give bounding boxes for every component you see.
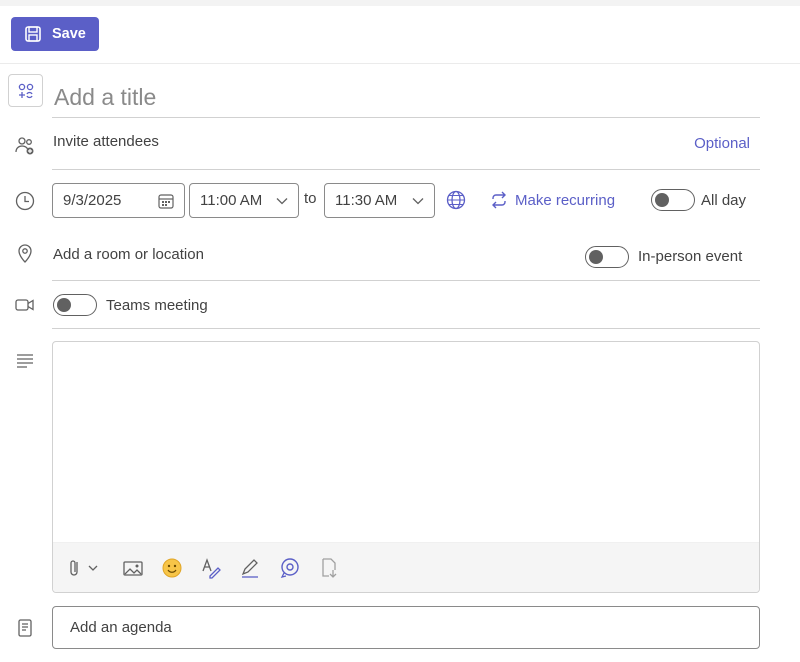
draw-button[interactable] xyxy=(239,557,261,579)
in-person-toggle[interactable] xyxy=(585,246,629,268)
location-icon xyxy=(13,241,37,265)
agenda-field[interactable]: Add an agenda xyxy=(52,606,760,649)
editor-button[interactable] xyxy=(200,557,222,579)
save-label: Save xyxy=(52,26,86,42)
emoji-icon xyxy=(162,558,182,578)
repeat-icon xyxy=(492,191,506,209)
save-button[interactable]: Save xyxy=(11,17,99,51)
attendees-icon xyxy=(13,134,37,158)
end-time-value: 11:30 AM xyxy=(335,192,398,209)
loop-icon xyxy=(280,558,299,578)
agenda-icon xyxy=(13,616,37,640)
body-editor[interactable] xyxy=(52,341,760,593)
category-picker[interactable] xyxy=(8,74,43,107)
clock-icon xyxy=(13,189,37,213)
to-label: to xyxy=(304,190,317,207)
calendar-icon xyxy=(157,192,175,214)
insert-picture-button[interactable] xyxy=(122,557,144,579)
toggle-knob xyxy=(57,298,71,312)
toggle-knob xyxy=(655,193,669,207)
text-description-icon xyxy=(13,348,37,372)
teams-meeting-toggle[interactable] xyxy=(53,294,97,316)
pen-icon xyxy=(241,559,258,578)
make-recurring-label: Make recurring xyxy=(515,191,616,209)
start-time-dropdown[interactable]: 11:00 AM xyxy=(189,183,299,218)
paperclip-icon xyxy=(70,560,98,576)
time-zone-globe-icon[interactable] xyxy=(445,189,467,216)
all-day-toggle[interactable] xyxy=(651,189,695,211)
save-icon xyxy=(25,26,41,42)
optional-attendees-link[interactable]: Optional xyxy=(694,135,750,152)
location-input[interactable] xyxy=(52,246,552,263)
start-time-value: 11:00 AM xyxy=(200,192,263,209)
date-value: 9/3/2025 xyxy=(63,192,122,209)
document-arrow-icon xyxy=(322,558,337,578)
category-icon xyxy=(18,83,33,98)
make-recurring-button[interactable]: Make recurring xyxy=(489,190,615,210)
attendees-input[interactable] xyxy=(52,133,552,150)
video-icon xyxy=(13,293,37,317)
agenda-placeholder: Add an agenda xyxy=(70,619,172,636)
toggle-knob xyxy=(589,250,603,264)
emoji-button[interactable] xyxy=(161,557,183,579)
chevron-down-icon xyxy=(411,194,425,212)
loop-component-button[interactable] xyxy=(279,557,301,579)
in-person-label: In-person event xyxy=(638,248,743,265)
date-picker[interactable]: 9/3/2025 xyxy=(52,183,185,218)
image-icon xyxy=(123,561,143,576)
text-editor-icon xyxy=(202,558,221,579)
title-input[interactable] xyxy=(52,72,760,118)
command-bar: Save xyxy=(0,0,800,64)
all-day-label: All day xyxy=(701,192,747,209)
chevron-down-icon xyxy=(275,194,289,212)
end-time-dropdown[interactable]: 11:30 AM xyxy=(324,183,435,218)
teams-meeting-label: Teams meeting xyxy=(106,297,208,314)
editor-toolbar xyxy=(53,542,759,592)
attach-file-button[interactable] xyxy=(67,557,101,579)
attendees-field[interactable]: Optional xyxy=(52,133,760,170)
apps-button[interactable] xyxy=(318,557,340,579)
